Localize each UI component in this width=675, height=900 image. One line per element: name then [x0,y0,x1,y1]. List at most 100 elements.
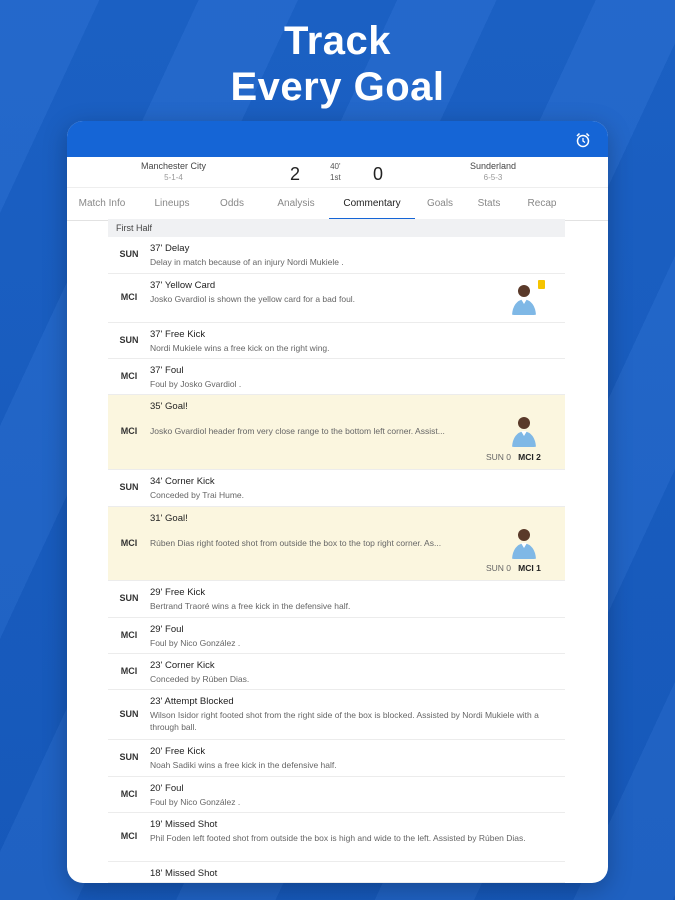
goal-score-home: MCI 2 [518,452,541,462]
event-description: Foul by Josko Gvardiol . [150,379,242,389]
away-team-name: Sunderland [470,161,517,171]
match-period: 1st [330,173,341,182]
alarm-clock-icon[interactable] [574,131,592,149]
event-description: Conceded by Rúben Dias. [150,674,250,684]
tab-commentary[interactable]: Commentary [329,188,415,220]
event-row[interactable]: SUN 20' Free Kick Noah Sadiki wins a free … [108,740,565,777]
event-minute: 19' [150,819,163,830]
event-title: Free Kick [165,587,206,598]
goal-running-score: SUN 0 MCI 1 [486,563,541,573]
tab-stats[interactable]: Stats [466,188,512,220]
event-team-code: MCI [120,537,138,548]
event-title: Goal! [165,513,188,524]
event-team-code: MCI [120,788,138,799]
promo-headline: Track Every Goal [0,18,675,110]
event-minute: 20' [150,746,163,757]
goal-score-home: MCI 1 [518,563,541,573]
event-row[interactable]: SUN 37' Free Kick Nordi Mukiele wins a fre… [108,323,565,359]
event-heading: 29' Free Kick [150,587,205,598]
home-team-name: Manchester City [141,161,207,171]
event-row[interactable]: MCI 19' Missed Shot Phil Foden left footed… [108,813,565,862]
event-description: Josko Gvardiol is shown the yellow card … [150,294,356,304]
goal-score-away: SUN 0 [486,563,512,573]
home-team[interactable]: Manchester City 5-1-4 [141,161,206,183]
event-description: Bertrand Traoré wins a free kick in the … [150,601,351,611]
event-team-code: MCI [120,665,138,676]
away-team[interactable]: Sunderland 6-5-3 [470,161,516,183]
yellow-card-icon [538,280,545,289]
event-title: Foul [165,783,184,794]
event-row[interactable]: SUN 34' Corner Kick Conceded by Trai Hume. [108,470,565,507]
event-row[interactable]: SUN 23' Attempt Blocked Wilson Isidor righ… [108,690,565,740]
event-minute: 29' [150,624,163,635]
goal-event-row[interactable]: MCI 35' Goal! Josko Gvardiol header from v… [108,395,565,470]
event-row[interactable]: SUN 29' Free Kick Bertrand Traoré wins a f… [108,581,565,618]
event-heading: 18' Missed Shot [150,868,217,879]
event-minute: 37' [150,365,163,376]
away-score: 0 [373,164,384,184]
goal-event-row[interactable]: MCI 31' Goal! Rúben Dias right footed shot… [108,507,565,581]
event-team-code: SUN [119,708,139,719]
event-heading: 23' Attempt Blocked [150,696,234,707]
event-row[interactable]: SUN 37' Delay Delay in match because of an… [108,237,565,274]
event-row[interactable]: MCI 20' Foul Foul by Nico González . [108,777,565,813]
event-heading: 20' Free Kick [150,746,205,757]
event-heading: 35' Goal! [150,401,188,412]
tab-recap[interactable]: Recap [516,188,568,220]
tab-lineups[interactable]: Lineups [141,188,203,220]
event-team-code: SUN [119,752,139,762]
event-description: Josko Gvardiol header from very close ra… [150,426,445,436]
event-description: Delay in match because of an injury Nord… [150,257,344,267]
event-minute: 37' [150,280,163,291]
event-team-code: SUN [119,482,139,492]
event-title: Free Kick [165,746,206,757]
player-photo [510,413,538,447]
event-description: Foul by Nico González . [150,797,241,807]
tab-odds[interactable]: Odds [204,188,260,220]
match-clock: 40' 1st [330,161,341,183]
event-row[interactable]: MCI 37' Yellow Card Josko Gvardiol is show… [108,274,565,323]
event-minute: 37' [150,329,163,340]
event-title: Foul [165,624,184,635]
event-team-code: SUN [119,593,139,603]
event-heading: 31' Goal! [150,513,188,524]
event-minute: 18' [150,868,163,879]
event-title: Free Kick [165,329,206,340]
event-team-code: MCI [120,831,138,841]
event-team-code: MCI [120,629,138,640]
goal-score-away: SUN 0 [486,452,512,462]
event-heading: 19' Missed Shot [150,819,217,830]
event-heading: 23' Corner Kick [150,660,215,671]
tab-match-info[interactable]: Match Info [67,188,137,220]
event-minute: 34' [150,476,163,487]
event-row[interactable]: MCI 37' Foul Foul by Josko Gvardiol . [108,359,565,395]
event-row[interactable]: 18' Missed Shot [108,862,565,883]
event-heading: 37' Delay [150,243,189,254]
event-title: Attempt Blocked [164,696,234,707]
event-title: Missed Shot [165,819,218,830]
match-tabs: Match Info Lineups Odds Analysis Commentary G… [67,187,608,221]
goal-running-score: SUN 0 MCI 2 [486,452,541,462]
event-minute: 23' [150,660,163,671]
event-minute: 37' [150,243,163,254]
event-description: Phil Foden left footed shot from outside… [150,833,526,843]
event-heading: 37' Foul [150,365,184,376]
event-row[interactable]: MCI 23' Corner Kick Conceded by Rúben Dias… [108,654,565,690]
event-team-code: SUN [119,249,139,259]
event-heading: 37' Free Kick [150,329,205,340]
event-minute: 20' [150,783,163,794]
event-row[interactable]: MCI 29' Foul Foul by Nico González . [108,618,565,654]
match-scoreboard[interactable]: Manchester City 5-1-4 2 40' 1st 0 Sunder… [67,157,608,187]
event-heading: 20' Foul [150,783,184,794]
tab-analysis[interactable]: Analysis [263,188,329,220]
event-heading: 34' Corner Kick [150,476,215,487]
home-team-form: 5-1-4 [164,173,183,182]
event-title: Foul [165,365,184,376]
tab-goals[interactable]: Goals [420,188,460,220]
event-description: Nordi Mukiele wins a free kick on the ri… [150,343,330,353]
event-team-code: MCI [120,292,138,302]
event-title: Missed Shot [165,868,218,879]
event-title: Delay [165,243,190,254]
event-title: Goal! [165,401,188,412]
player-photo [510,281,538,315]
